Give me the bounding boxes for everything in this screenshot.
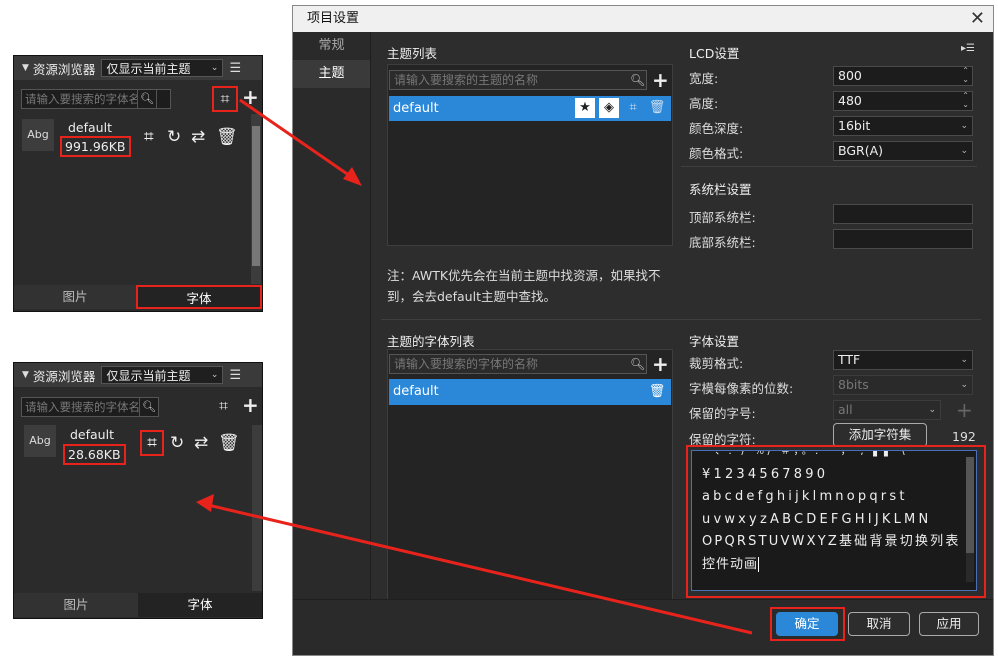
arrow-head-bottom — [196, 494, 214, 512]
arrow-head-top — [343, 167, 362, 186]
annotation-arrows — [196, 98, 753, 635]
arrow-line-bottom — [207, 503, 753, 635]
arrow-line-top — [239, 98, 354, 180]
